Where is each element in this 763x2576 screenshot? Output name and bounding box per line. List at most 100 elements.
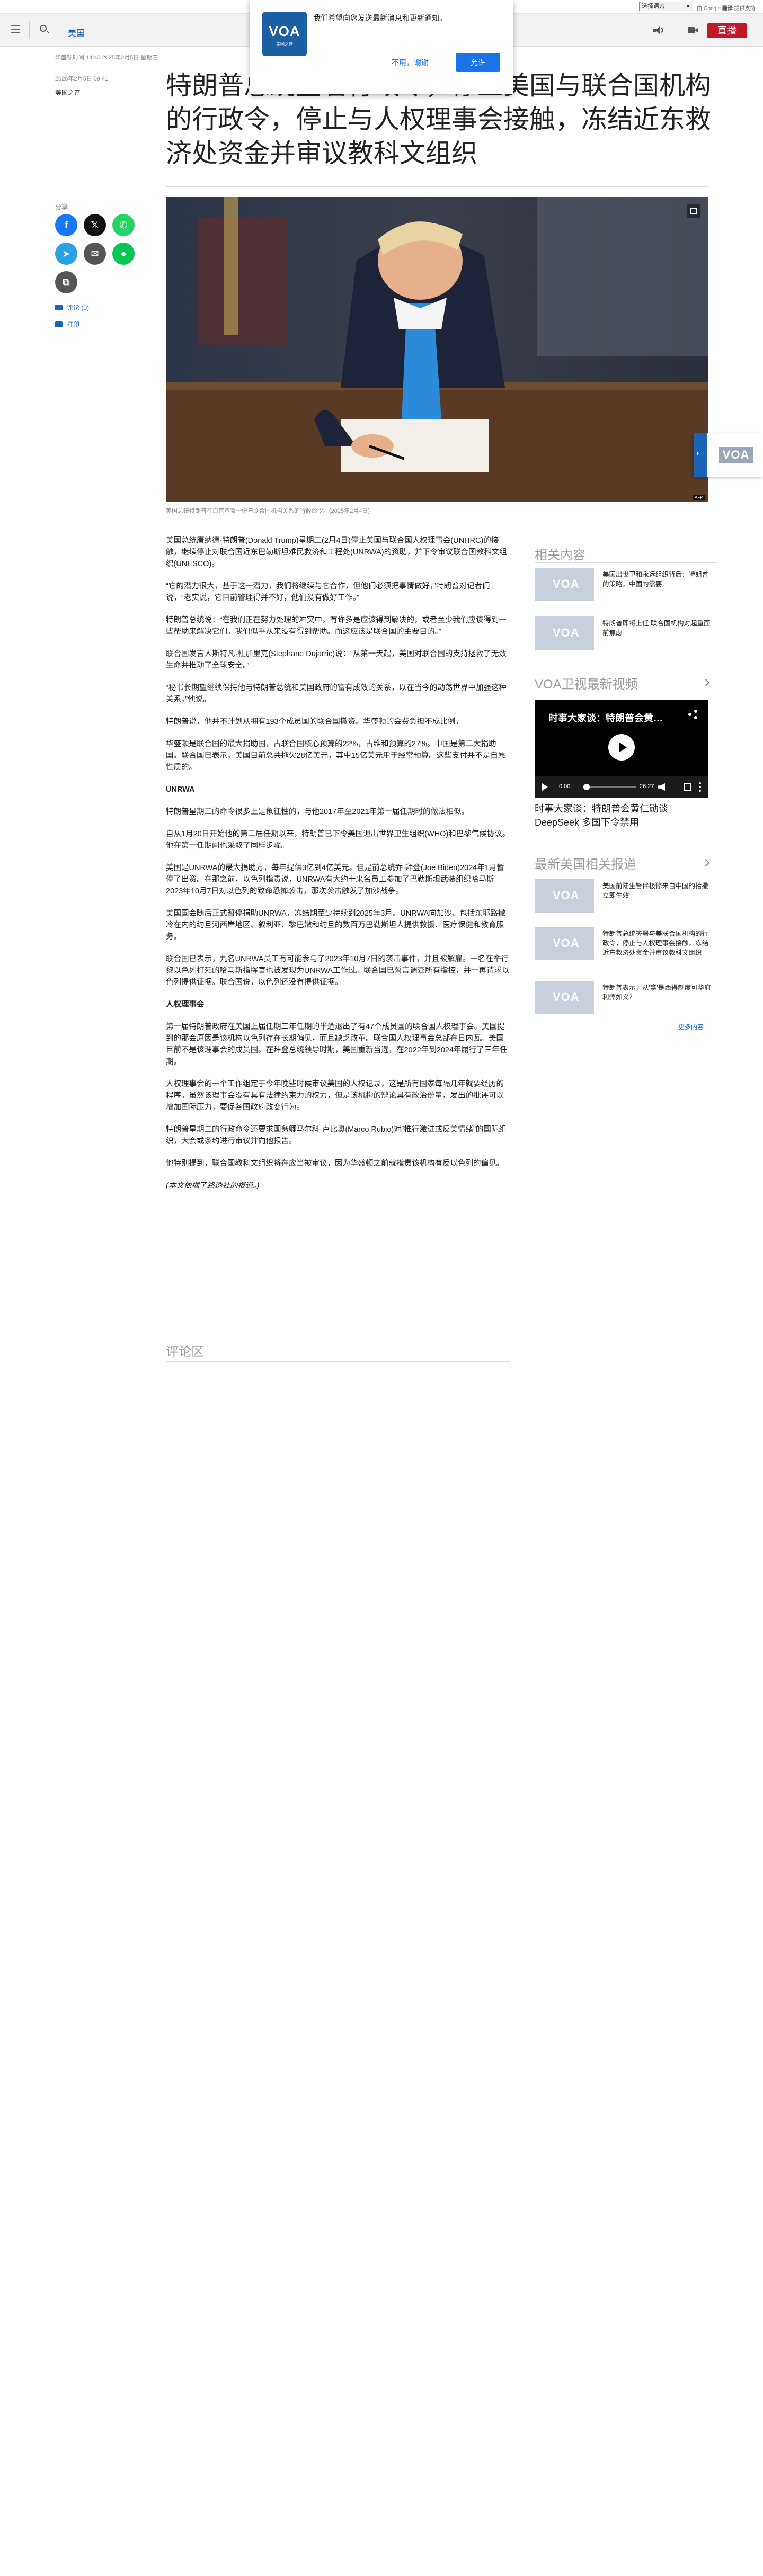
telegram-share-button[interactable]: ➤ bbox=[55, 243, 77, 265]
volume-icon[interactable] bbox=[658, 783, 665, 791]
line-icon: ● bbox=[120, 248, 127, 259]
latest-thumbnail: VOA bbox=[535, 879, 594, 913]
latest-item[interactable]: VOA 特朗普总统签署与美联合国机构的行政令，停止与人权理事会接触，冻结近东救济… bbox=[535, 927, 715, 964]
seek-handle[interactable] bbox=[583, 784, 590, 790]
article-body: 美国总统唐纳德·特朗普(Donald Trump)星期二(2月4日)停止美国与联… bbox=[166, 535, 510, 1202]
latest-item-title[interactable]: 美国前陆生警伴极修来自中国的拾撒 立即生效 bbox=[602, 881, 712, 900]
article-paragraph: 联合国发言人斯特凡·杜加里克(Stephane Dujarric)说：“从第一天… bbox=[166, 650, 507, 670]
author-byline[interactable]: 美国之音 bbox=[55, 88, 81, 97]
article-paragraph: 特朗普总统说：“在我们正在努力处理的冲突中，有许多是应该得到解决的，或者至少我们… bbox=[166, 616, 507, 636]
latest-item[interactable]: VOA 特朗普表示，从'拿'是西得制度可华府利弊如义？ bbox=[535, 981, 715, 1018]
section-subheading: UNRWA bbox=[166, 785, 195, 794]
language-select-label: 选择语言 bbox=[642, 3, 665, 10]
article-paragraph: 美国国会随后正式暂停捐助UNRWA，冻结期至少持续到2025年3月。UNRWA向… bbox=[166, 909, 506, 941]
voa-logo: VOA bbox=[553, 577, 580, 591]
section-link-usa[interactable]: 美国 bbox=[68, 26, 85, 39]
related-item[interactable]: VOA 特朗普即将上任 联合国机构对起重面前焦虑 bbox=[535, 616, 715, 654]
floating-voa-tab[interactable]: › VOA bbox=[694, 433, 763, 477]
play-icon[interactable] bbox=[608, 734, 635, 761]
play-button[interactable] bbox=[542, 783, 548, 791]
article-paragraph: 特朗普星期二的命令很多上是象征性的，与他2017年至2021年第一届任期时的做法… bbox=[166, 808, 469, 816]
headline-divider bbox=[166, 186, 708, 187]
voa-logo: VOA bbox=[553, 889, 580, 902]
language-select[interactable]: 选择语言 ▼ bbox=[639, 2, 693, 11]
related-thumbnail: VOA bbox=[535, 616, 594, 650]
latest-usa-heading[interactable]: 最新美国相关报道 bbox=[535, 854, 636, 872]
video-controls: 0:00 26:27 bbox=[535, 776, 708, 798]
article-paragraph: 美国是UNRWA的最大捐助方，每年提供3亿到4亿美元。但是前总统乔·拜登(Joe… bbox=[166, 864, 504, 896]
google-logo: Google bbox=[703, 6, 721, 12]
facebook-share-button[interactable]: f bbox=[55, 214, 77, 236]
copy-link-button[interactable]: ⧉ bbox=[55, 271, 77, 293]
related-item-title[interactable]: 特朗普即将上任 联合国机构对起重面前焦虑 bbox=[602, 619, 712, 638]
article-photo[interactable]: AFP bbox=[166, 197, 708, 502]
whatsapp-icon: ✆ bbox=[119, 220, 128, 230]
comments-link[interactable]: 评论 (0) bbox=[55, 303, 89, 312]
search-icon[interactable] bbox=[40, 25, 47, 32]
source-note: (本文依据了路透社的报道。) bbox=[166, 1182, 260, 1190]
latest-item-title[interactable]: 特朗普总统签署与美联合国机构的行政令，停止与人权理事会接触，冻结近东救济处资金并… bbox=[602, 929, 712, 958]
article-paragraph: 自从1月20日开始他的第二届任期以来，特朗普已下令美国退出世界卫生组织(WHO)… bbox=[166, 830, 510, 850]
article-paragraph: 第一届特朗普政府在美国上届任期三年任期的半途退出了有47个成员国的联合国人权理事… bbox=[166, 1023, 508, 1066]
telegram-icon: ➤ bbox=[62, 248, 70, 259]
floating-tab-handle[interactable]: › bbox=[694, 433, 707, 477]
video-player[interactable]: 时事大家谈：特朗普会黄… 0:00 26:27 bbox=[535, 700, 708, 798]
related-content-heading: 相关内容 bbox=[535, 548, 585, 562]
translate-link[interactable]: 翻译 bbox=[722, 6, 733, 12]
comments-divider bbox=[166, 1361, 510, 1362]
article-paragraph: 特朗普说，他并不计划从拥有193个成员国的联合国撤资。华盛顿的会费负担不成比例。 bbox=[166, 718, 463, 726]
related-divider bbox=[535, 562, 717, 563]
voa-logo: VOA bbox=[553, 990, 580, 1004]
copy-icon: ⧉ bbox=[63, 277, 70, 288]
article-paragraph: 人权理事会的一个工作组定于今年晚些时候审议美国的人权记录，这是所有国家每隔几年就… bbox=[166, 1080, 504, 1112]
seek-bar[interactable] bbox=[583, 784, 636, 790]
latest-item[interactable]: VOA 美国前陆生警伴极修来自中国的拾撒 立即生效 bbox=[535, 879, 715, 916]
related-thumbnail: VOA bbox=[535, 568, 594, 601]
article-paragraph: 联合国已表示，九名UNRWA员工有可能参与了2023年10月7日的袭击事件，并且… bbox=[166, 955, 510, 987]
latest-video-heading[interactable]: VOA卫视最新视频 bbox=[535, 674, 638, 692]
x-share-button[interactable]: 𝕏 bbox=[84, 214, 106, 236]
article-paragraph: 华盛顿是联合国的最大捐助国，占联合国核心预算的22%，占维和预算的27%。中国是… bbox=[166, 740, 506, 772]
more-content-link[interactable]: 更多内容 bbox=[678, 1022, 704, 1031]
menu-icon[interactable] bbox=[11, 25, 20, 33]
audio-icon[interactable] bbox=[653, 26, 664, 34]
video-caption[interactable]: 时事大家谈：特朗普会黄仁勋谈 DeepSeek 多国下令禁用 bbox=[535, 802, 709, 829]
fullscreen-icon[interactable] bbox=[684, 783, 691, 791]
voa-logo: VOA bbox=[719, 447, 753, 463]
related-item[interactable]: VOA 美国出世卫和永远组织背后：特朗普的策略，中国的需要 bbox=[535, 568, 715, 605]
email-share-button[interactable]: ✉ bbox=[84, 243, 106, 265]
video-camera-icon[interactable] bbox=[688, 26, 698, 34]
header-divider bbox=[29, 21, 30, 39]
photo-illustration bbox=[166, 197, 708, 502]
live-button[interactable]: 直播 bbox=[707, 23, 747, 38]
line-share-button[interactable]: ● bbox=[112, 243, 135, 265]
comments-heading: 评论区 bbox=[166, 1345, 204, 1359]
latest-thumbnail: VOA bbox=[535, 927, 594, 960]
current-time: 0:00 bbox=[559, 783, 571, 790]
expand-icon[interactable] bbox=[687, 204, 700, 218]
print-link[interactable]: 打印 bbox=[55, 320, 79, 329]
facebook-icon: f bbox=[65, 220, 68, 230]
whatsapp-share-button[interactable]: ✆ bbox=[112, 214, 135, 236]
chevron-right-icon[interactable] bbox=[702, 678, 710, 687]
comment-icon bbox=[55, 305, 63, 310]
related-item-title[interactable]: 美国出世卫和永远组织背后：特朗普的策略，中国的需要 bbox=[602, 570, 712, 589]
decline-button[interactable]: 不用，谢谢 bbox=[392, 57, 429, 68]
print-icon bbox=[55, 321, 63, 327]
voa-logo: VOA bbox=[553, 626, 580, 639]
x-icon: 𝕏 bbox=[91, 220, 99, 230]
push-notification-prompt: VOA 美国之音 我们希望向您发送最新消息和更新通知。 不用，谢谢 允许 bbox=[250, 0, 513, 94]
voa-logo: VOA 美国之音 bbox=[262, 12, 307, 56]
latest-item-title[interactable]: 特朗普表示，从'拿'是西得制度可华府利弊如义？ bbox=[602, 983, 712, 1002]
section-subheading: 人权理事会 bbox=[166, 1000, 205, 1009]
share-icon[interactable] bbox=[688, 710, 698, 719]
allow-button[interactable]: 允许 bbox=[456, 53, 500, 72]
article-paragraph: 美国总统唐纳德·特朗普(Donald Trump)星期二(2月4日)停止美国与联… bbox=[166, 536, 507, 568]
article-paragraph: “秘书长期望继续保持他与特朗普总统和美国政府的富有成效的关系，以在当今的动荡世界… bbox=[166, 684, 507, 704]
more-options-icon[interactable] bbox=[699, 782, 701, 792]
total-time: 26:27 bbox=[640, 783, 654, 790]
voa-logo: VOA bbox=[553, 936, 580, 950]
chevron-right-icon[interactable] bbox=[702, 858, 710, 867]
video-overlay-title: 时事大家谈：特朗普会黄… bbox=[548, 713, 663, 723]
article-paragraph: “它的潜力很大，基于这一潜力，我们将继续与它合作，但他们必须把事情做好，”特朗普… bbox=[166, 582, 490, 602]
